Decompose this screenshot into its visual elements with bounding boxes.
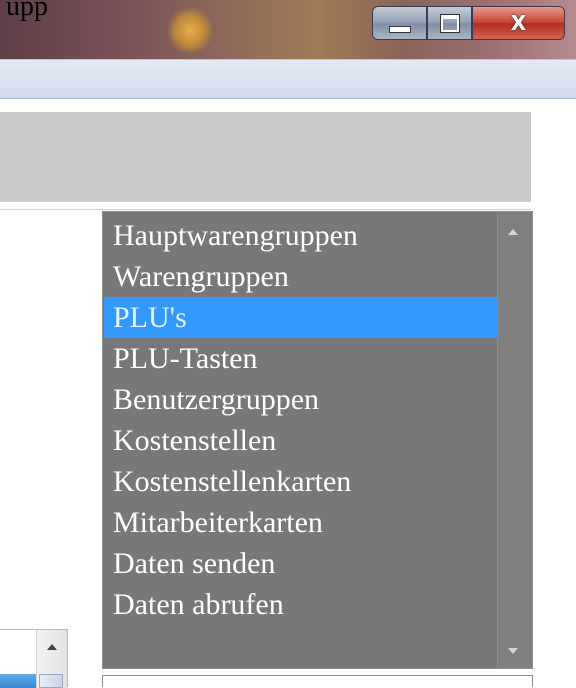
list-item-daten-abrufen[interactable]: Daten abrufen <box>104 584 500 625</box>
scroll-down-icon[interactable] <box>508 648 518 654</box>
minimize-button[interactable] <box>372 6 427 40</box>
close-icon: X <box>510 11 527 35</box>
list-item-plus[interactable]: PLU's <box>104 297 500 338</box>
minimize-icon <box>388 25 411 33</box>
window-title: upp <box>6 0 48 22</box>
secondary-list[interactable] <box>0 629 68 688</box>
list-item-benutzergruppen[interactable]: Benutzergruppen <box>104 379 500 420</box>
scroll-up-icon[interactable] <box>47 644 57 650</box>
secondary-list-scrollbar[interactable] <box>36 630 67 688</box>
title-bar: upp X <box>0 0 576 59</box>
list-item-plu-tasten[interactable]: PLU-Tasten <box>104 338 500 379</box>
list-item-daten-senden[interactable]: Daten senden <box>104 543 500 584</box>
list-item-mitarbeiterkarten[interactable]: Mitarbeiterkarten <box>104 502 500 543</box>
secondary-list-selected-row[interactable] <box>0 674 37 688</box>
navigation-listbox[interactable]: Hauptwarengruppen Warengruppen PLU's PLU… <box>102 211 533 669</box>
scroll-up-icon[interactable] <box>508 229 518 235</box>
taskbar-glow <box>168 8 212 53</box>
maximize-icon <box>439 13 460 33</box>
scrollbar-thumb[interactable] <box>39 674 63 688</box>
list-item-hauptwarengruppen[interactable]: Hauptwarengruppen <box>104 215 500 256</box>
list-item-kostenstellen[interactable]: Kostenstellen <box>104 420 500 461</box>
menu-bar <box>0 59 576 99</box>
divider <box>0 209 531 210</box>
maximize-button[interactable] <box>427 6 472 40</box>
list-item-warengruppen[interactable]: Warengruppen <box>104 256 500 297</box>
close-button[interactable]: X <box>472 6 565 40</box>
secondary-panel <box>102 675 533 687</box>
listbox-scrollbar[interactable] <box>497 212 532 668</box>
header-panel <box>0 112 531 202</box>
list-item-kostenstellenkarten[interactable]: Kostenstellenkarten <box>104 461 500 502</box>
listbox-items: Hauptwarengruppen Warengruppen PLU's PLU… <box>104 215 500 625</box>
